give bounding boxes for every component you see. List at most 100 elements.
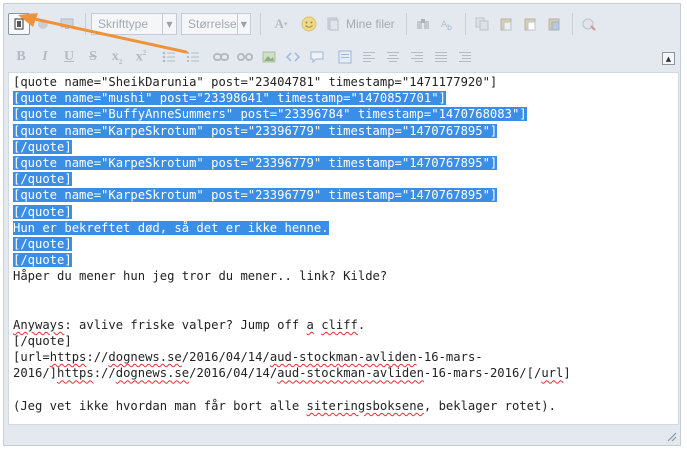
text-segment: [quote name="KarpeSkrotum" post="2339677… [13, 123, 498, 138]
collapse-toolbar-button[interactable]: ▲ [662, 52, 675, 65]
numbered-list-icon [187, 52, 199, 62]
line-text: [/quote] [13, 334, 72, 348]
image-icon [262, 51, 276, 63]
emoji-button[interactable] [298, 13, 320, 35]
maximize-button[interactable] [56, 13, 78, 35]
text-segment: 2016/] [13, 366, 58, 381]
paste-text-button[interactable] [519, 13, 541, 35]
text-segment: ] [563, 366, 571, 381]
insert-template-button[interactable] [334, 46, 356, 68]
line-text: [url=https://dognews.se/2016/04/14/aud-s… [13, 350, 483, 364]
selected-text: [quote name="mushi" post="23398641" time… [13, 91, 446, 106]
misspelled-word: https [49, 350, 87, 365]
strikethrough-button[interactable]: S [82, 46, 104, 68]
italic-button[interactable]: I [34, 46, 56, 68]
unlink-button[interactable] [234, 46, 256, 68]
selected-text: Hun er bekreftet død, så det er ikke hen… [13, 220, 329, 235]
bulleted-list-icon [162, 51, 175, 63]
source-icon [14, 18, 24, 30]
copy-button[interactable] [471, 13, 493, 35]
text-segment: :// [86, 350, 109, 365]
editor-line: [quote name="BuffyAnneSummers" post="233… [13, 106, 678, 122]
text-segment: -16-mars- [416, 350, 483, 365]
text-segment: /2016/04/14/ [181, 350, 270, 365]
replace-button[interactable]: Ab [436, 13, 458, 35]
indent-button[interactable] [454, 46, 476, 68]
chevron-down-icon: ▾ [283, 20, 288, 28]
text-segment: : avlive friske valper? Jump off [64, 317, 307, 332]
subscript-button[interactable]: x2 [106, 46, 128, 68]
files-icon [322, 13, 344, 35]
paste-button[interactable] [495, 13, 517, 35]
editor-textarea[interactable]: [quote name="SheikDarunia" post="2340478… [8, 72, 679, 425]
text-color-icon: A [274, 16, 284, 31]
remove-format-brush-button[interactable] [578, 13, 600, 35]
paste-word-button[interactable] [543, 13, 565, 35]
font-family-select[interactable]: Skrifttype ▼ [91, 13, 177, 35]
smiley-icon [301, 16, 317, 32]
bold-button[interactable]: B [10, 46, 32, 68]
code-button[interactable] [282, 46, 304, 68]
align-left-button[interactable] [358, 46, 380, 68]
line-text: 2016/]https://dognews.se/2016/04/14/aud-… [13, 366, 571, 380]
line-text: [quote name="SheikDarunia" post="2340478… [13, 75, 497, 89]
text-segment: [/quote] [13, 172, 72, 187]
link-button[interactable] [210, 46, 232, 68]
text-segment: , beklager rotet). [423, 398, 556, 413]
superscript-button[interactable]: x2 [130, 46, 152, 68]
source-mode-button[interactable] [8, 13, 30, 35]
toolbar-separator [85, 13, 86, 35]
quote-button[interactable] [306, 46, 328, 68]
text-segment: Hun er bekreftet død, så det er ikke hen… [13, 220, 329, 235]
selected-text: [quote name="BuffyAnneSummers" post="233… [13, 107, 527, 122]
text-segment: (Jeg vet ikke hvordan man får bort alle [13, 398, 307, 413]
editor-line: Håper du mener hun jeg tror du mener.. l… [13, 268, 678, 284]
copy-icon [475, 17, 489, 31]
editor-line: (Jeg vet ikke hvordan man får bort alle … [13, 398, 678, 414]
resize-handle-icon[interactable] [665, 430, 677, 442]
text-segment: [/quote] [13, 253, 72, 268]
remove-format-button[interactable] [32, 13, 54, 35]
text-segment: [/quote] [13, 334, 72, 348]
replace-icon: Ab [441, 20, 452, 31]
speech-bubble-icon [310, 51, 324, 63]
svg-text:b: b [447, 23, 452, 31]
align-right-button[interactable] [406, 46, 428, 68]
italic-icon: I [42, 49, 48, 64]
toolbar-separator [464, 13, 466, 35]
text-color-button[interactable]: A ▾ [266, 13, 296, 35]
text-segment: [quote name="SheikDarunia" post="2340478… [13, 75, 498, 89]
bulleted-list-button[interactable] [158, 46, 180, 68]
line-text: Håper du mener hun jeg tror du mener.. l… [13, 269, 387, 283]
numbered-list-button[interactable] [182, 46, 204, 68]
misspelled-word: a [306, 317, 314, 332]
misspelled-word: Anyways [13, 317, 65, 332]
align-right-icon [411, 52, 423, 62]
monitor-icon [60, 18, 74, 29]
selected-text: [/quote] [13, 172, 72, 187]
subscript-icon: x2 [111, 48, 123, 66]
misspelled-word: siteringsboksene [306, 398, 424, 413]
line-text: (Jeg vet ikke hvordan man får bort alle … [13, 399, 556, 413]
find-button[interactable] [412, 13, 434, 35]
indent-icon [459, 52, 471, 62]
align-center-button[interactable] [382, 46, 404, 68]
toolbar-separator [571, 13, 573, 35]
image-button[interactable] [258, 46, 280, 68]
editor-line: Hun er bekreftet død, så det er ikke hen… [13, 220, 678, 236]
chevron-down-icon: ▼ [236, 14, 250, 34]
editor-line: [/quote] [13, 333, 678, 349]
text-segment: [/quote] [13, 236, 72, 251]
editor-line: [quote name="mushi" post="23398641" time… [13, 90, 678, 106]
selected-text: [/quote] [13, 139, 72, 154]
editor-line: 2016/]https://dognews.se/2016/04/14/aud-… [13, 365, 678, 381]
text-segment: -16-mars-2016/[/ [423, 366, 542, 381]
justify-button[interactable] [430, 46, 452, 68]
editor-line: [/quote] [13, 171, 678, 187]
code-icon [286, 52, 300, 62]
text-segment: . [357, 317, 366, 332]
toolbar-separator [260, 13, 261, 35]
my-files-button[interactable]: Mine filer [322, 13, 395, 35]
underline-button[interactable]: U [58, 46, 80, 68]
font-size-select[interactable]: Størrelse ▼ [181, 13, 251, 35]
